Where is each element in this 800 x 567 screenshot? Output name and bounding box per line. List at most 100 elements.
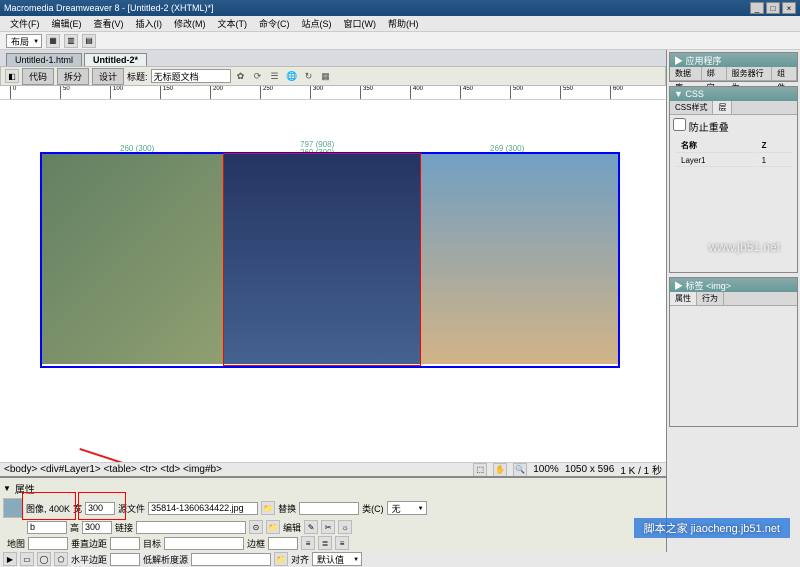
menu-commands[interactable]: 命令(C) [255,17,294,30]
preview-icon[interactable]: 🌐 [285,69,299,83]
brightness-icon[interactable]: ☼ [338,520,352,534]
align-dropdown[interactable]: 默认值 [312,552,362,566]
tab-layers[interactable]: 层 [713,101,732,114]
properties-panel: ▼ 属性 图像, 400K 宽 源文件 📁 替换 类(C) 无 [0,476,666,552]
menu-view[interactable]: 查看(V) [90,17,128,30]
insert-category-dropdown[interactable]: 布局 [6,34,42,48]
maximize-button[interactable]: □ [766,2,780,14]
lowsrc-input[interactable] [191,553,271,566]
menu-file[interactable]: 文件(F) [6,17,44,30]
point-to-file-icon[interactable]: ⊙ [249,520,263,534]
close-button[interactable]: × [782,2,796,14]
split-view-button[interactable]: 拆分 [57,68,89,85]
class-dropdown[interactable]: 无 [387,501,427,515]
fireworks-edit-icon[interactable]: ✎ [304,520,318,534]
align-left-icon[interactable]: ≡ [301,536,315,550]
border-input[interactable] [268,537,298,550]
document-tabs: Untitled-1.html Untitled-2* [0,50,666,66]
title-input[interactable] [151,69,231,83]
border-label: 边框 [247,537,265,550]
map-input[interactable] [28,537,68,550]
view-options-icon[interactable]: ▦ [319,69,333,83]
oval-hotspot-icon[interactable]: ◯ [37,552,51,566]
folder-icon[interactable]: 📁 [261,501,275,515]
layout-mode-icon[interactable]: ▤ [82,34,96,48]
doc-tab-1[interactable]: Untitled-1.html [6,53,82,66]
download-time: 1 K / 1 秒 [620,462,662,477]
pointer-hotspot-icon[interactable]: ▶ [3,552,17,566]
target-label: 目标 [143,537,161,550]
annotation-box-2 [78,492,126,520]
validate-icon[interactable]: ✿ [234,69,248,83]
folder-icon-2[interactable]: 📁 [266,520,280,534]
layer-row[interactable]: Layer11 [675,155,792,167]
tag-panel-header[interactable]: ▶ 标签 <img> [670,278,797,292]
refresh-icon[interactable]: ↻ [302,69,316,83]
tab-css-styles[interactable]: CSS样式 [670,101,713,114]
height-input[interactable] [82,521,112,534]
menu-modify[interactable]: 修改(M) [170,17,210,30]
window-title: Macromedia Dreamweaver 8 - [Untitled-2 (… [4,3,750,13]
tag-path[interactable]: <body> <div#Layer1> <table> <tr> <td> <i… [4,464,222,475]
folder-icon-3[interactable]: 📁 [274,552,288,566]
align-center-icon[interactable]: ≣ [318,536,332,550]
file-mgmt-icon[interactable]: ☰ [268,69,282,83]
poly-hotspot-icon[interactable]: ⬠ [54,552,68,566]
document-toolbar: ◧ 代码 拆分 设计 标题: ✿ ⟳ ☰ 🌐 ↻ ▦ [0,66,666,86]
window-size[interactable]: 1050 x 596 [565,464,615,475]
tab-database[interactable]: 数据库 [670,67,702,80]
menu-window[interactable]: 窗口(W) [340,17,381,30]
select-tool-icon[interactable]: ⬚ [473,463,487,477]
horizontal-ruler: 0 50 100 150 200 250 300 350 400 450 500… [0,86,666,100]
crop-icon[interactable]: ✂ [321,520,335,534]
code-view-button[interactable]: 代码 [22,68,54,85]
design-canvas[interactable]: 797 (908) 260 (300) 260 (300) 269 (300) [0,100,666,462]
vspace-label: 垂直边距 [71,537,107,550]
doc-tab-2[interactable]: Untitled-2* [84,53,147,66]
menu-bar: 文件(F) 编辑(E) 查看(V) 插入(I) 修改(M) 文本(T) 命令(C… [0,16,800,32]
tab-server-behav[interactable]: 服务器行为 [727,67,773,80]
zoom-tool-icon[interactable]: 🔍 [513,463,527,477]
link-input[interactable] [136,521,246,534]
menu-site[interactable]: 站点(S) [298,17,336,30]
map-label: 地图 [7,537,25,550]
col-z: Z [756,139,792,153]
panel-collapse-icon[interactable]: ▼ [3,484,11,493]
image-cell-3[interactable] [420,154,618,364]
annotation-arrow [79,448,365,462]
target-input[interactable] [164,537,244,550]
minimize-button[interactable]: _ [750,2,764,14]
menu-text[interactable]: 文本(T) [214,17,252,30]
design-view-button[interactable]: 设计 [92,68,124,85]
id-input[interactable] [27,521,67,534]
class-label: 类(C) [362,502,384,515]
menu-edit[interactable]: 编辑(E) [48,17,86,30]
zoom-level[interactable]: 100% [533,464,559,475]
vspace-input[interactable] [110,537,140,550]
tab-bindings[interactable]: 绑定 [702,67,727,80]
tab-behaviors[interactable]: 行为 [697,292,724,305]
hand-tool-icon[interactable]: ✋ [493,463,507,477]
menu-help[interactable]: 帮助(H) [384,17,423,30]
hspace-input[interactable] [110,553,140,566]
app-panel: ▶ 应用程序 数据库 绑定 服务器行为 组件 [669,52,798,82]
prevent-overlap-checkbox[interactable]: 防止重叠 [673,123,729,134]
align-label: 对齐 [291,553,309,566]
browser-check-icon[interactable]: ⟳ [251,69,265,83]
title-label: 标题: [127,70,148,83]
alt-input[interactable] [299,502,359,515]
expanded-mode-icon[interactable]: ▥ [64,34,78,48]
image-thumbnail-icon[interactable] [3,498,23,518]
menu-insert[interactable]: 插入(I) [132,17,167,30]
css-panel-header[interactable]: ▼ CSS [670,87,797,101]
align-right-icon[interactable]: ≡ [335,536,349,550]
tab-components[interactable]: 组件 [772,67,797,80]
app-panel-header[interactable]: ▶ 应用程序 [670,53,797,67]
edit-label: 编辑 [283,521,301,534]
src-input[interactable] [148,502,258,515]
tab-attributes[interactable]: 属性 [670,292,697,305]
image-cell-1[interactable] [42,154,224,364]
rect-hotspot-icon[interactable]: ▭ [20,552,34,566]
standard-mode-icon[interactable]: ▦ [46,34,60,48]
link-label: 链接 [115,521,133,534]
